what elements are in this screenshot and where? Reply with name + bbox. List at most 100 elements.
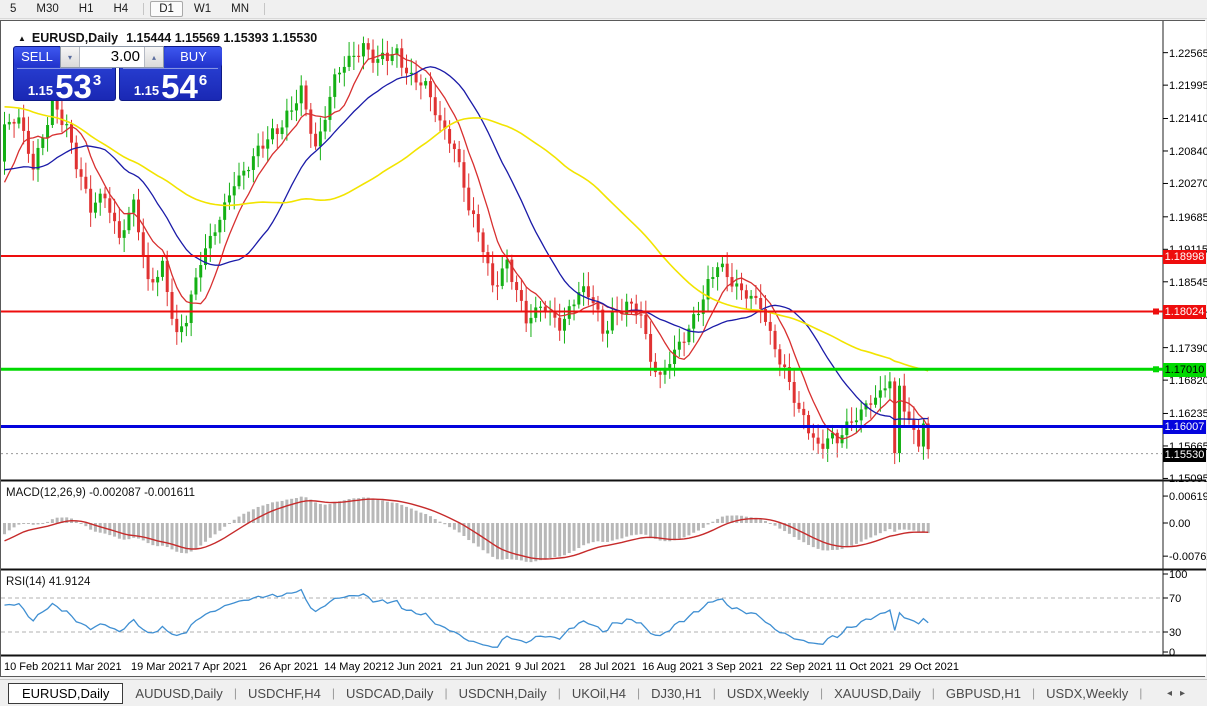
candle-body xyxy=(309,109,312,133)
macd-histogram-bar xyxy=(573,523,576,551)
macd-histogram-bar xyxy=(424,514,427,523)
chart-tab-ukoil-5[interactable]: UKOil,H4 xyxy=(566,684,632,703)
timeframe-button-mn[interactable]: MN xyxy=(222,1,258,17)
volume-decrease-icon[interactable]: ▾ xyxy=(61,47,80,67)
candle-body xyxy=(300,85,303,103)
candle-body xyxy=(439,115,442,120)
hline-handle[interactable] xyxy=(1153,366,1159,372)
candle-body xyxy=(314,134,317,147)
candle-body xyxy=(27,131,30,154)
timeframe-button-d1[interactable]: D1 xyxy=(150,1,183,17)
candle-body xyxy=(745,290,748,298)
macd-histogram-bar xyxy=(281,501,284,523)
macd-histogram-bar xyxy=(879,523,882,533)
candle-body xyxy=(893,381,896,453)
macd-histogram-bar xyxy=(434,519,437,523)
candle-body xyxy=(376,59,379,63)
volume-increase-icon[interactable]: ▴ xyxy=(144,47,163,67)
candle-body xyxy=(13,122,16,124)
bid-small: 1.15 xyxy=(28,83,53,98)
ask-big: 54 xyxy=(161,73,198,101)
candle-body xyxy=(539,307,542,308)
candle-body xyxy=(520,290,523,301)
macd-histogram-bar xyxy=(869,523,872,537)
tab-scroll-arrows[interactable]: ◂▸ xyxy=(1167,688,1193,699)
macd-histogram-bar xyxy=(228,523,231,524)
macd-histogram-bar xyxy=(486,523,489,553)
hline-handle[interactable] xyxy=(1153,308,1159,314)
candle-body xyxy=(826,438,829,448)
candle-body xyxy=(501,268,504,286)
candle-body xyxy=(94,203,97,213)
hline-price-label: 1.18024 xyxy=(1163,305,1206,319)
ask-quote[interactable]: 1.15 54 6 xyxy=(120,71,221,102)
price-axis-label: 1.21995 xyxy=(1169,80,1207,92)
macd-histogram-bar xyxy=(51,519,54,523)
candle-body xyxy=(673,350,676,364)
chart-tab-bar: EURUSD,Daily AUDUSD,Daily | USDCHF,H4 | USDCA… xyxy=(0,679,1207,706)
date-axis-label: 21 Jun 2021 xyxy=(450,661,511,673)
tab-separator: | xyxy=(1032,686,1035,700)
timeframe-button-w1[interactable]: W1 xyxy=(185,1,220,17)
bid-big: 53 xyxy=(55,73,92,101)
timeframe-button-h1[interactable]: H1 xyxy=(70,1,103,17)
date-axis-label: 7 Apr 2021 xyxy=(194,661,247,673)
chart-tab-usdcad-3[interactable]: USDCAD,Daily xyxy=(340,684,439,703)
chart-tab-audusd-1[interactable]: AUDUSD,Daily xyxy=(129,684,228,703)
one-click-trading-panel: 1.15 53 3 1.15 54 6 SELL BUY ▾ 3.00 ▴ xyxy=(13,46,223,101)
timeframe-button-m30[interactable]: M30 xyxy=(27,1,67,17)
chart-tab-usdx-10[interactable]: USDX,Weekly xyxy=(1040,684,1134,703)
macd-histogram-bar xyxy=(357,498,360,523)
macd-histogram-bar xyxy=(367,498,370,523)
macd-histogram-bar xyxy=(491,523,494,557)
price-axis-label: 1.17390 xyxy=(1169,343,1207,355)
chart-tab-dj30-6[interactable]: DJ30,H1 xyxy=(645,684,708,703)
macd-histogram-bar xyxy=(606,523,609,542)
candle-body xyxy=(884,388,887,390)
sell-button[interactable]: SELL xyxy=(14,47,60,67)
macd-histogram-bar xyxy=(707,523,710,525)
candle-body xyxy=(807,415,810,433)
chart-tab-gbpusd-9[interactable]: GBPUSD,H1 xyxy=(940,684,1027,703)
chart-tab-usdchf-2[interactable]: USDCHF,H4 xyxy=(242,684,327,703)
candle-body xyxy=(668,364,671,368)
macd-histogram-bar xyxy=(845,523,848,547)
macd-histogram-bar xyxy=(415,511,418,523)
macd-histogram-bar xyxy=(214,523,217,534)
tab-separator: | xyxy=(932,686,935,700)
candle-body xyxy=(769,322,772,331)
chart-tab-eurusd-0[interactable]: EURUSD,Daily xyxy=(8,683,123,704)
chart-canvas[interactable] xyxy=(1,21,1206,676)
macd-histogram-bar xyxy=(668,523,671,541)
chart-background xyxy=(1,21,1206,676)
ask-sup: 6 xyxy=(199,72,207,89)
chart-tab-xauusd-8[interactable]: XAUUSD,Daily xyxy=(828,684,927,703)
candle-body xyxy=(726,264,729,277)
volume-input[interactable]: 3.00 xyxy=(80,47,144,67)
candle-body xyxy=(845,421,848,435)
candle-body xyxy=(17,117,20,123)
macd-histogram-bar xyxy=(817,523,820,549)
bid-quote[interactable]: 1.15 53 3 xyxy=(14,71,115,102)
timeframe-button-5[interactable]: 5 xyxy=(1,1,25,17)
macd-histogram-bar xyxy=(496,523,499,559)
macd-histogram-bar xyxy=(180,523,183,553)
hline-price-label: 1.16007 xyxy=(1163,420,1206,434)
buy-button[interactable]: BUY xyxy=(165,47,222,67)
macd-histogram-bar xyxy=(692,523,695,533)
macd-histogram-bar xyxy=(596,523,599,541)
candle-body xyxy=(486,252,489,263)
candle-body xyxy=(338,73,341,75)
macd-histogram-bar xyxy=(807,523,810,545)
timeframe-button-h4[interactable]: H4 xyxy=(104,1,137,17)
chart-tab-usdx-7[interactable]: USDX,Weekly xyxy=(721,684,815,703)
collapse-icon[interactable]: ▲ xyxy=(18,34,26,43)
chart-title: ▲EURUSD,Daily1.15444 1.15569 1.15393 1.1… xyxy=(18,31,317,45)
macd-histogram-bar xyxy=(501,523,504,560)
candle-body xyxy=(573,305,576,307)
chart-tab-usdcnh-4[interactable]: USDCNH,Daily xyxy=(453,684,553,703)
candle-body xyxy=(348,56,351,67)
candle-body xyxy=(759,298,762,309)
date-axis-label: 19 Mar 2021 xyxy=(131,661,193,673)
macd-histogram-bar xyxy=(309,500,312,523)
